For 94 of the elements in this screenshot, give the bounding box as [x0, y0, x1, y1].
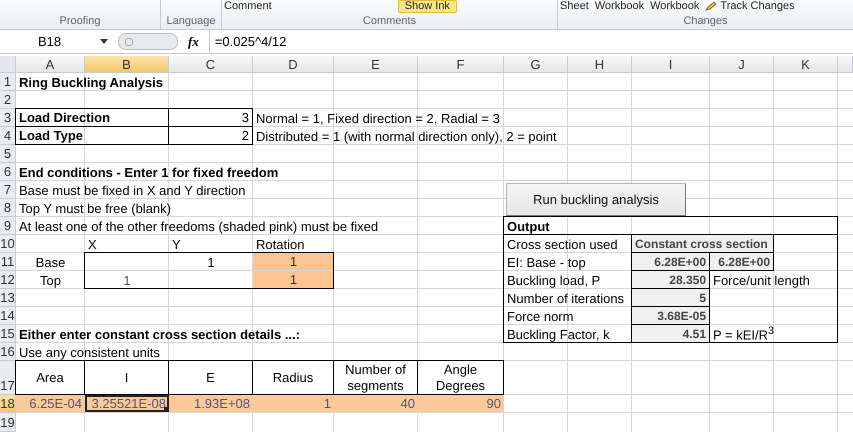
ribbon-button[interactable]: Workbook — [650, 0, 700, 12]
ribbon-button[interactable]: Comment — [224, 0, 272, 12]
splitter-handle[interactable] — [118, 33, 178, 50]
row-header[interactable]: 8 — [0, 199, 16, 217]
row-header[interactable]: 12 — [0, 271, 16, 289]
cell-text: Rotation — [256, 236, 304, 252]
row-header[interactable]: 19 — [0, 413, 16, 432]
dropdown-caret-icon[interactable] — [100, 39, 108, 44]
cell-text: Buckling Factor, k — [507, 326, 610, 342]
cell-text: Base — [36, 254, 66, 270]
table-cell: 4.51 — [631, 324, 710, 343]
table-cell: Load Type — [15, 126, 169, 145]
select-all-corner[interactable] — [0, 56, 16, 73]
row-header[interactable]: 2 — [0, 91, 16, 109]
table-cell: 90 — [418, 395, 504, 412]
column-header[interactable]: J — [710, 56, 774, 73]
column-header[interactable]: G — [504, 56, 568, 73]
row-header[interactable]: 11 — [0, 253, 16, 271]
cell-text: Force norm — [507, 308, 574, 324]
table-cell: Angle Degrees — [417, 360, 504, 395]
cell-text: Ring Buckling Analysis — [19, 74, 163, 90]
formula-field[interactable]: =0.025^4/12 — [208, 30, 853, 53]
cell-text: Use any consistent units — [19, 344, 160, 360]
cell-text: Cross section used — [507, 236, 618, 252]
cell-text: End conditions - Enter 1 for fixed freedom — [19, 164, 278, 180]
cell-text: EI: Base - top — [507, 254, 586, 270]
row-header[interactable]: 9 — [0, 217, 16, 235]
cell-text: 1 — [207, 254, 215, 270]
row-header[interactable]: 15 — [0, 325, 16, 343]
table-cell: 1 — [253, 271, 334, 288]
row-header[interactable]: 17 — [0, 361, 16, 395]
row-header[interactable]: 5 — [0, 145, 16, 163]
fill-handle[interactable] — [164, 407, 169, 412]
row-header[interactable]: 16 — [0, 343, 16, 361]
row-header[interactable]: 1 — [0, 73, 16, 91]
column-header[interactable] — [838, 56, 853, 73]
column-header[interactable]: F — [418, 56, 504, 73]
column-header[interactable]: D — [253, 56, 334, 73]
row-header[interactable]: 6 — [0, 163, 16, 181]
cell-text: Either enter constant cross section details ...: — [19, 326, 300, 342]
table-cell: 5 — [631, 288, 710, 307]
row-header[interactable]: 7 — [0, 181, 16, 199]
insert-function-button[interactable]: fx — [188, 34, 199, 50]
cell-text: Base must be fixed in X and Y direction — [19, 182, 246, 198]
column-header[interactable]: C — [169, 56, 253, 73]
cell-text: Output — [507, 218, 550, 234]
ribbon-button[interactable]: Track Changes — [705, 0, 795, 12]
table-cell: 40 — [334, 395, 418, 412]
row-header[interactable]: 14 — [0, 307, 16, 325]
table-cell: 3.25521E-08 — [85, 395, 169, 412]
cell-text: Number of iterations — [507, 290, 624, 306]
cell-text: Force/unit length — [713, 272, 810, 288]
name-box[interactable]: B18 — [38, 34, 100, 49]
cell-text: Distributed = 1 (with normal direction only), 2 = point — [256, 128, 557, 144]
ribbon-group-label: Changes — [682, 15, 729, 27]
table-cell: 6.25E-04 — [16, 395, 85, 412]
table-cell: 1.93E+08 — [169, 395, 253, 412]
column-header[interactable]: I — [632, 56, 710, 73]
column-header[interactable]: A — [16, 56, 85, 73]
cell-text: Normal = 1, Fixed direction = 2, Radial = 3 — [256, 110, 500, 126]
column-header[interactable]: E — [334, 56, 418, 73]
row-header[interactable]: 13 — [0, 289, 16, 307]
row-header[interactable]: 4 — [0, 127, 16, 145]
pencil-icon — [705, 1, 718, 11]
cell-text: 1 — [123, 272, 131, 288]
cell-text: Top — [40, 272, 61, 288]
ribbon-group-label: Proofing — [58, 15, 102, 27]
row-header[interactable]: 10 — [0, 235, 16, 253]
table-cell: 28.350 — [631, 270, 710, 289]
ribbon-button[interactable]: Sheet — [560, 0, 589, 12]
cell-text: X — [88, 236, 97, 252]
cell-text: Buckling load, P — [507, 272, 600, 288]
ribbon-group-label: Language — [166, 15, 216, 27]
column-header[interactable]: K — [774, 56, 838, 73]
table-cell: 3 — [168, 108, 253, 127]
ribbon-button[interactable]: Workbook — [594, 0, 644, 12]
ribbon-group-label: Comments — [362, 15, 418, 27]
table-cell: 6.28E+00 — [631, 252, 710, 271]
row-header[interactable]: 3 — [0, 109, 16, 127]
row-header[interactable]: 18 — [0, 395, 16, 413]
table-cell: 1 — [253, 253, 334, 270]
table-cell: 2 — [168, 126, 253, 145]
table-cell: 3.68E-05 — [631, 306, 710, 325]
table-cell: 1 — [253, 395, 334, 412]
ribbon-toggle-button[interactable]: Show Ink — [398, 0, 457, 12]
run-analysis-button[interactable]: Run buckling analysis — [506, 182, 686, 216]
cell-text: Y — [172, 236, 181, 252]
table-cell: 6.28E+00 — [709, 252, 774, 271]
cell-text: Top Y must be free (blank) — [19, 200, 171, 216]
table-cell: Load Direction — [15, 108, 169, 127]
cell-text: P = kEI/R$^{3}$ — [713, 325, 774, 343]
column-header[interactable]: B — [85, 56, 169, 73]
cell-text: At least one of the other freedoms (shaded pink) must be fixed — [19, 218, 378, 234]
column-header[interactable]: H — [568, 56, 632, 73]
